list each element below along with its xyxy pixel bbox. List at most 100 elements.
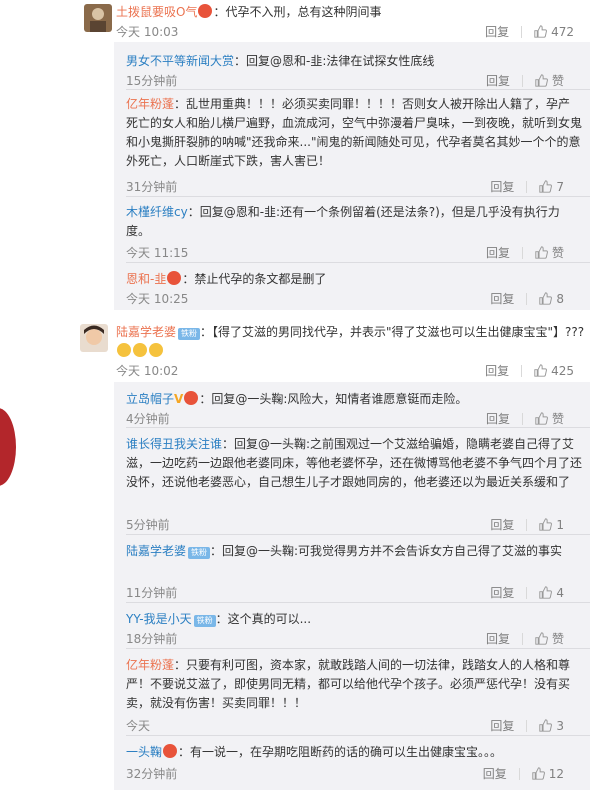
emoji-icon: [133, 343, 147, 357]
like-button[interactable]: 12: [520, 767, 576, 781]
reply-user[interactable]: 亿年粉蓬: [126, 97, 174, 111]
emoji-icon: [149, 343, 163, 357]
thumb-up-icon: [539, 180, 552, 193]
like-button[interactable]: 3: [527, 719, 576, 733]
divider: [126, 427, 590, 428]
like-button[interactable]: 8: [527, 292, 576, 306]
reply-text: ：回复@恩和-韭:法律在试探女性底线: [234, 54, 435, 68]
comment-time: 今天 10:02: [116, 364, 179, 378]
reply-user[interactable]: 男女不平等新闻大赏: [126, 54, 234, 68]
fan-badge: 铁粉: [178, 328, 201, 340]
like-count: 赞: [551, 246, 564, 260]
like-button[interactable]: 425: [522, 364, 586, 378]
reply-button[interactable]: 回复: [473, 23, 521, 40]
divider: [126, 196, 590, 197]
reply-button[interactable]: 回复: [474, 630, 522, 647]
like-count: 7: [556, 179, 564, 194]
reply-time: 今天: [126, 719, 151, 733]
thumb-up-icon: [535, 632, 548, 645]
reply-user[interactable]: 恩和-韭: [126, 272, 166, 286]
reply-ops: 回复 赞: [474, 244, 576, 261]
reply-user[interactable]: 陆嘉学老婆: [126, 544, 186, 558]
comment-line: 陆嘉学老婆 铁粉 ：【得了艾滋的男同找代孕，并表示"得了艾滋也可以生出健康宝宝"】?…: [116, 323, 586, 361]
reply-item: 一头鞠 ：有一说一，在孕期吃阻断药的话的确可以生出健康宝宝。。。: [126, 743, 590, 762]
reply-text: ：乱世用重典！！！必须买卖同罪！！！！否则女人被开除出人籍了，孕产死亡的女人和胎…: [126, 97, 583, 168]
reply-user[interactable]: 谁长得丑我关注谁: [126, 437, 222, 451]
reply-ops: 回复 3: [478, 717, 576, 734]
reply-button[interactable]: 回复: [473, 362, 521, 379]
emoji-icon: [167, 271, 182, 285]
reply-text: ：回复@恩和-韭:还有一个条例留着(还是法条?)，但是几乎没有执行力度。: [126, 205, 560, 238]
avatar[interactable]: [84, 4, 112, 32]
comment-ops: 回复 472: [473, 23, 586, 40]
reply-button[interactable]: 回复: [478, 178, 526, 195]
reply-ops: 回复 赞: [474, 410, 576, 427]
reply-box-2: 立岛帽子V ：回复@一头鞠:风险大，知情者谁愿意铤而走险。 4分钟前 回复 赞 谁…: [114, 382, 590, 790]
fan-badge: 铁粉: [188, 547, 211, 559]
like-count: 3: [556, 718, 564, 733]
comment-user[interactable]: 土拨鼠要吸O气: [116, 5, 197, 19]
reply-ops: 回复 12: [471, 765, 576, 782]
reply-button[interactable]: 回复: [478, 516, 526, 533]
reply-time: 今天 11:15: [126, 246, 189, 260]
reply-user[interactable]: YY-我是小天: [126, 612, 192, 626]
divider: [126, 534, 590, 535]
emoji-icon: [198, 4, 213, 18]
like-button[interactable]: 赞: [523, 630, 576, 647]
like-count: 472: [551, 24, 574, 39]
thumb-up-icon: [535, 74, 548, 87]
reply-item: 谁长得丑我关注谁：回复@一头鞠:之前围观过一个艾滋给骗婚，隐瞒老婆自己得了艾滋，…: [126, 435, 590, 492]
divider: [126, 262, 590, 263]
reply-text: ：禁止代孕的条文都是删了: [182, 272, 327, 286]
divider: [126, 735, 590, 736]
reply-button[interactable]: 回复: [471, 765, 519, 782]
reply-text: ：有一说一，在孕期吃阻断药的话的确可以生出健康宝宝。。。: [178, 745, 503, 759]
reply-button[interactable]: 回复: [478, 584, 526, 601]
like-button[interactable]: 赞: [523, 244, 576, 261]
reply-button[interactable]: 回复: [478, 290, 526, 307]
reply-ops: 回复 4: [478, 584, 576, 601]
like-count: 425: [551, 363, 574, 378]
reply-button[interactable]: 回复: [474, 72, 522, 89]
reply-time: 32分钟前: [126, 767, 178, 781]
like-button[interactable]: 4: [527, 586, 576, 600]
like-button[interactable]: 7: [527, 180, 576, 194]
comment-text: ：代孕不入刑，总有这种阴间事: [213, 5, 382, 19]
reply-button[interactable]: 回复: [478, 717, 526, 734]
reply-user[interactable]: 一头鞠: [126, 745, 162, 759]
divider: [126, 648, 590, 649]
reply-item: 男女不平等新闻大赏：回复@恩和-韭:法律在试探女性底线: [126, 52, 590, 71]
emoji-icon: [117, 343, 131, 357]
thumb-up-icon: [535, 246, 548, 259]
reply-time: 18分钟前: [126, 632, 178, 646]
reply-ops: 回复 8: [478, 290, 576, 307]
like-button[interactable]: 472: [522, 25, 586, 39]
like-button[interactable]: 赞: [523, 410, 576, 427]
reply-button[interactable]: 回复: [474, 410, 522, 427]
reply-text: ：只要有利可图，资本家，就敢践踏人间的一切法律，践踏女人的人格和尊严！不要说艾滋…: [126, 658, 571, 710]
decorative-red-shape: [0, 408, 16, 486]
like-button[interactable]: 赞: [523, 72, 576, 89]
reply-item: 亿年粉蓬：只要有利可图，资本家，就敢践踏人间的一切法律，践踏女人的人格和尊严！不…: [126, 656, 590, 713]
reply-button[interactable]: 回复: [474, 244, 522, 261]
like-count: 赞: [551, 412, 564, 426]
reply-item: YY-我是小天 铁粉 ：这个真的可以...: [126, 610, 590, 629]
reply-user[interactable]: 亿年粉蓬: [126, 658, 174, 672]
comment-user[interactable]: 陆嘉学老婆: [116, 325, 176, 339]
reply-ops: 回复 7: [478, 178, 576, 195]
reply-user[interactable]: 立岛帽子: [126, 392, 174, 406]
reply-item: 立岛帽子V ：回复@一头鞠:风险大，知情者谁愿意铤而走险。: [126, 390, 590, 409]
reply-time: 4分钟前: [126, 412, 170, 426]
avatar[interactable]: [80, 324, 108, 352]
reply-ops: 回复 1: [478, 516, 576, 533]
like-count: 8: [556, 291, 564, 306]
reply-user[interactable]: 木槿纤维cy: [126, 205, 188, 219]
fan-badge: 铁粉: [193, 615, 216, 627]
reply-time: 11分钟前: [126, 586, 178, 600]
like-button[interactable]: 1: [527, 518, 576, 532]
like-count: 1: [556, 517, 564, 532]
reply-item: 木槿纤维cy：回复@恩和-韭:还有一个条例留着(还是法条?)，但是几乎没有执行力…: [126, 203, 590, 241]
like-count: 4: [556, 585, 564, 600]
thumb-up-icon: [532, 767, 545, 780]
thumb-up-icon: [535, 412, 548, 425]
